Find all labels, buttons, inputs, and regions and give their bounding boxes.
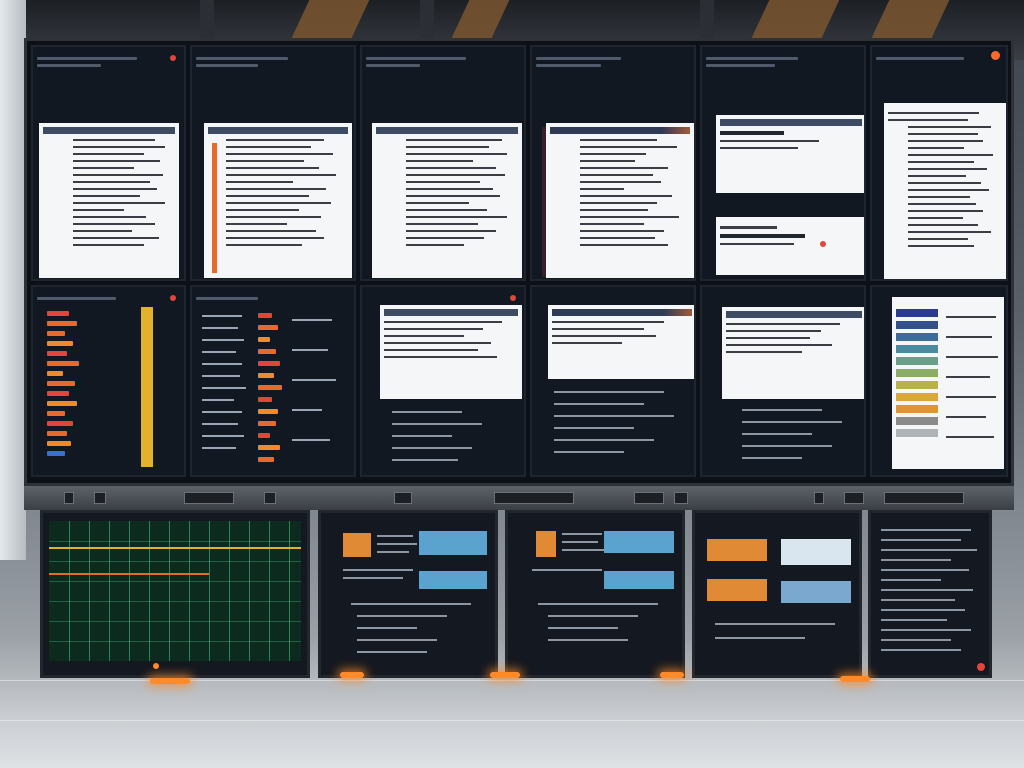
document-titlebar (550, 127, 690, 134)
document-window[interactable] (546, 123, 694, 278)
highlight-column (141, 307, 153, 467)
led-glow (340, 672, 364, 678)
monitor-r2c5[interactable] (700, 285, 866, 477)
status-dot (170, 55, 176, 61)
wall-bezel (24, 486, 1014, 510)
monitor-header (876, 53, 1002, 93)
document-titlebar (208, 127, 348, 134)
alert-block (343, 533, 371, 557)
bar-panel (41, 307, 181, 467)
document-window[interactable] (204, 123, 352, 278)
monitor-r1c2[interactable] (190, 45, 356, 281)
document-titlebar (43, 127, 175, 134)
monitor-r2c1[interactable] (31, 285, 186, 477)
info-box (781, 581, 851, 603)
data-grid (49, 521, 301, 661)
dialog-titlebar (726, 311, 862, 318)
control-room-scene (0, 0, 1024, 768)
dialog-window[interactable] (380, 305, 522, 399)
monitor-r1c3[interactable] (360, 45, 526, 281)
monitor-r2c3[interactable] (360, 285, 526, 477)
dialog-titlebar (552, 309, 692, 316)
dialog-titlebar (384, 309, 518, 316)
monitor-header (706, 53, 860, 93)
alert-marker (820, 241, 826, 247)
monitor-r2c6[interactable] (870, 285, 1008, 477)
document-window[interactable] (884, 103, 1006, 279)
monitor-r2c2[interactable] (190, 285, 356, 477)
document-titlebar (376, 127, 518, 134)
card-titlebar (720, 119, 862, 126)
led-glow (490, 672, 520, 678)
floor-seam (0, 720, 1024, 721)
monitor-header (196, 293, 350, 307)
console-status-2[interactable] (505, 510, 685, 678)
card-window[interactable] (716, 115, 864, 193)
monitor-header (196, 53, 350, 93)
monitor-r1c4[interactable] (530, 45, 696, 281)
dialog-window[interactable] (722, 307, 864, 399)
alert-block (707, 539, 767, 561)
dialog-window[interactable] (548, 305, 694, 379)
info-box (604, 531, 674, 553)
window-light (0, 0, 26, 560)
led-glow (150, 678, 190, 684)
console-data-grid[interactable] (40, 510, 310, 678)
legend-window[interactable] (892, 297, 1004, 469)
monitor-header (37, 53, 180, 93)
card-window[interactable] (716, 217, 864, 275)
info-box (419, 571, 487, 589)
alert-block (707, 579, 767, 601)
highlight-strip (212, 143, 217, 273)
led-glow (840, 676, 870, 682)
console-status-1[interactable] (318, 510, 498, 678)
info-box (781, 539, 851, 565)
status-dot (510, 295, 516, 301)
monitor-r1c5[interactable] (700, 45, 866, 281)
info-box (419, 531, 487, 555)
status-led (977, 663, 985, 671)
status-dot (170, 295, 176, 301)
monitor-header (37, 293, 180, 307)
info-box (604, 571, 674, 589)
document-window[interactable] (372, 123, 522, 278)
monitor-r2c4[interactable] (530, 285, 696, 477)
monitor-r1c6[interactable] (870, 45, 1008, 281)
status-led (153, 663, 159, 669)
alert-block (536, 531, 556, 557)
monitor-header (366, 53, 520, 93)
document-window[interactable] (39, 123, 179, 278)
bar-panel (202, 309, 352, 469)
led-glow (660, 672, 684, 678)
monitor-wall (24, 38, 1014, 486)
console-status-3[interactable] (692, 510, 862, 678)
console-log[interactable] (868, 510, 992, 678)
monitor-header (536, 53, 690, 93)
monitor-r1c1[interactable] (31, 45, 186, 281)
